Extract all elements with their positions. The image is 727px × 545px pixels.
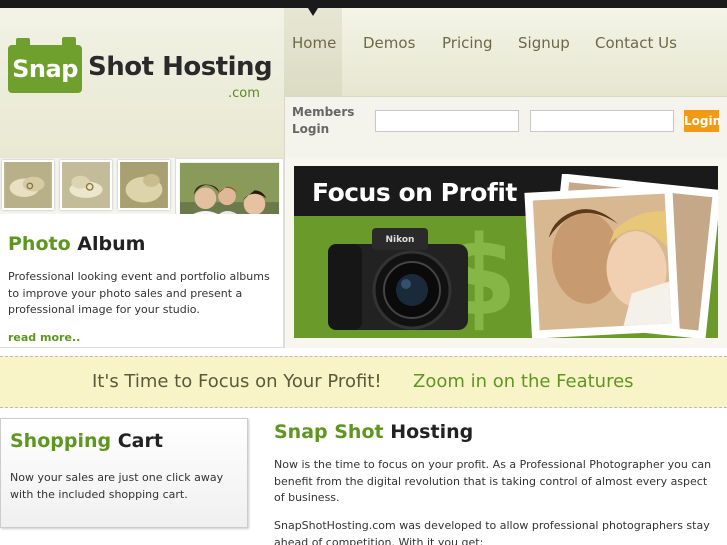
- photo-album-card: Photo Album Professional looking event a…: [0, 214, 284, 348]
- cart-title: Shopping Cart: [10, 430, 163, 452]
- main-title-green: Snap Shot: [274, 421, 384, 443]
- main-paragraph-1: Now is the time to focus on your profit.…: [274, 458, 712, 504]
- banner-title: Focus on Profit: [312, 178, 517, 207]
- nav-active-highlight: [284, 8, 342, 96]
- top-bar: [0, 0, 727, 8]
- camera-brand-label: Nikon: [386, 235, 415, 245]
- cart-title-dark: Cart: [117, 430, 163, 452]
- thumbnail-strip: [0, 158, 175, 214]
- album-title-green: Photo: [8, 233, 71, 255]
- login-bar: Members Login Login: [284, 96, 727, 158]
- logo-area: Snap Shot Hosting .com: [0, 8, 284, 158]
- camera-icon: Nikon: [328, 228, 468, 330]
- nav-item-demos[interactable]: Demos: [363, 34, 415, 52]
- thumbnail-couple-image[interactable]: [118, 160, 170, 210]
- nav-pointer-icon: [308, 8, 318, 16]
- main-title-dark: Hosting: [390, 421, 474, 443]
- login-button[interactable]: Login: [684, 110, 721, 132]
- cart-description: Now your sales are just one click away w…: [10, 471, 224, 501]
- password-input[interactable]: [530, 110, 674, 132]
- banner-container: Focus on Profit $ Nikon: [284, 158, 727, 348]
- album-title: Photo Album: [8, 233, 145, 255]
- nav-item-home[interactable]: Home: [292, 34, 336, 52]
- couple-photo-image: [524, 174, 718, 338]
- album-title-dark: Album: [77, 233, 146, 255]
- members-login-label: Members Login: [292, 105, 355, 136]
- tagline-strip: It's Time to Focus on Your Profit! Zoom …: [0, 356, 727, 408]
- cart-title-green: Shopping: [10, 430, 112, 452]
- nav-item-contact[interactable]: Contact Us: [595, 34, 677, 52]
- nav-item-pricing[interactable]: Pricing: [442, 34, 493, 52]
- username-input[interactable]: [375, 110, 519, 132]
- main-nav: Home Demos Pricing Signup Contact Us: [284, 8, 727, 96]
- shopping-cart-card: Shopping Cart Now your sales are just on…: [0, 418, 248, 528]
- zoom-features-link[interactable]: Zoom in on the Features: [413, 371, 634, 392]
- main-title: Snap Shot Hosting: [274, 421, 473, 443]
- focus-on-profit-banner[interactable]: Focus on Profit $ Nikon: [294, 166, 718, 338]
- read-more-link[interactable]: read more..: [8, 331, 80, 344]
- thumbnail-rings-image[interactable]: [60, 160, 112, 210]
- logo-badge[interactable]: Snap: [8, 37, 82, 93]
- main-paragraph-2: SnapShotHosting.com was developed to all…: [274, 519, 710, 545]
- tagline-text: It's Time to Focus on Your Profit!: [92, 371, 382, 392]
- logo-text[interactable]: Shot Hosting: [88, 52, 273, 82]
- logo-suffix: .com: [228, 86, 260, 101]
- nav-item-signup[interactable]: Signup: [518, 34, 570, 52]
- album-description: Professional looking event and portfolio…: [8, 270, 270, 316]
- thumbnail-hands-image[interactable]: [2, 160, 54, 210]
